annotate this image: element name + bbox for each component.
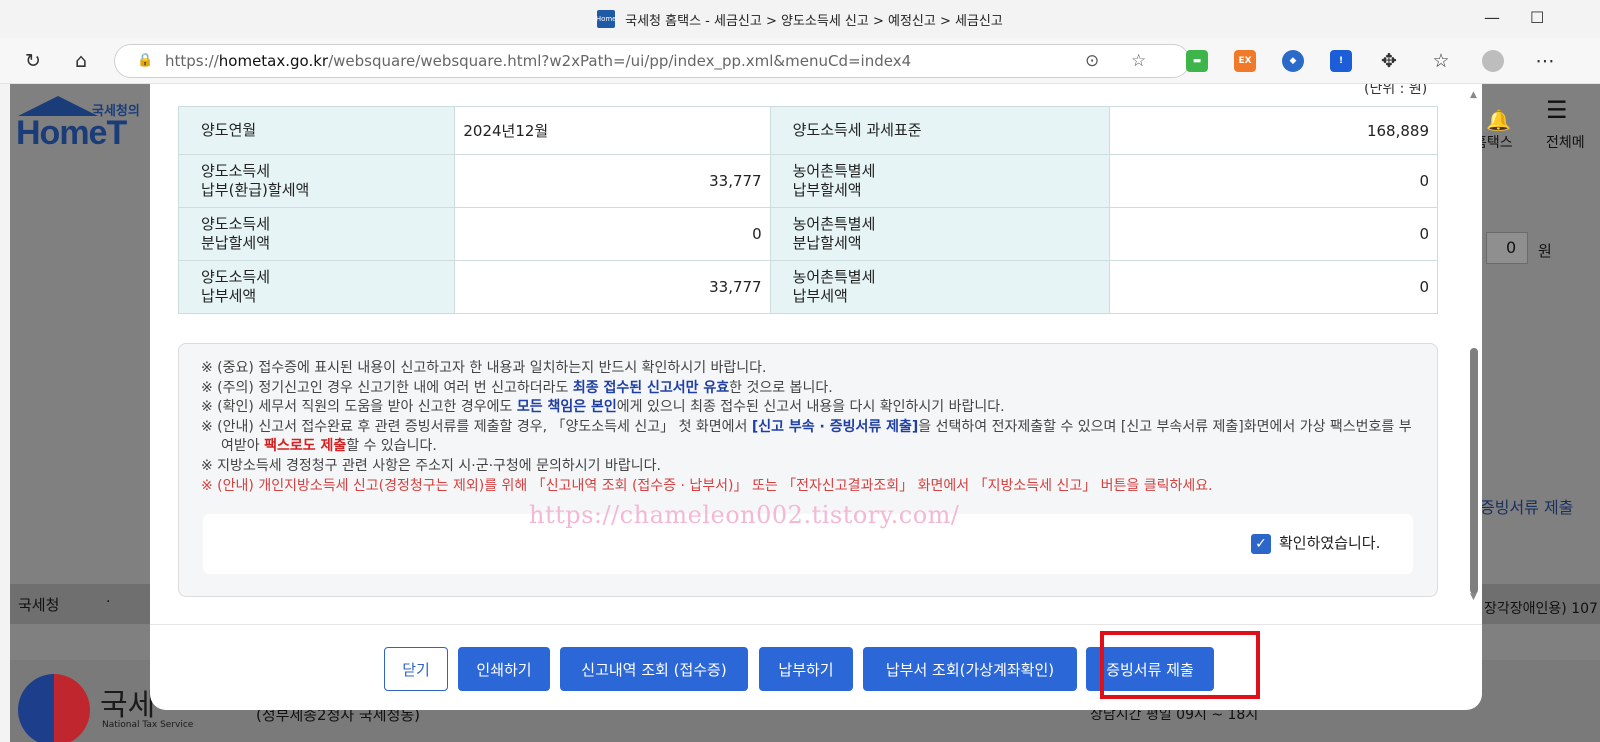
home-icon[interactable]: ⌂: [70, 50, 92, 72]
address-bar[interactable]: 🔒 https://hometax.go.kr/websquare/websqu…: [114, 44, 1190, 78]
nts-emblem-icon: [18, 674, 90, 742]
notice-caution: ※ (주의) 정기신고인 경우 신고기한 내에 여러 번 신고하더라도 최종 접…: [201, 379, 833, 396]
minimize-icon[interactable]: —: [1484, 8, 1500, 27]
row-header-right: 농어촌특별세 분납할세액: [769, 207, 1111, 261]
row-header-left: 양도소득세 납부세액: [177, 260, 456, 314]
notice-confirm: ※ (확인) 세무서 직원의 도움을 받아 신고한 경우에도 모든 책임은 본인…: [201, 399, 1005, 416]
pay-button[interactable]: 납부하기: [759, 647, 853, 691]
row-header-right: 농어촌특별세 납부할세액: [769, 154, 1111, 208]
notice-local-income-tax: ※ (안내) 개인지방소득세 신고(경정청구는 제외)를 위해 「신고내역 조회…: [201, 477, 1213, 494]
scroll-up-icon[interactable]: ▲: [1470, 90, 1477, 100]
window-title-bar: Home 국세청 홈택스 - 세금신고 > 양도소득세 신고 > 예정신고 > …: [0, 0, 1600, 38]
row-value-left: 33,777: [454, 260, 771, 314]
row-value-left: 0: [454, 207, 771, 261]
row-header-left: 양도소득세 납부(환급)할세액: [177, 154, 456, 208]
unit-label: (단위 : 원): [1364, 84, 1428, 97]
bg-footer-nts: 국세청: [18, 596, 60, 614]
tax-report-modal: (단위 : 원) 양도연월 2024년12월 양도소득세 과세표준 168,889 양도…: [150, 84, 1482, 710]
url-prefix: https://: [165, 52, 219, 70]
logo-roof-icon: [18, 96, 98, 116]
row-value-right: 0: [1109, 154, 1438, 208]
extension-lock-icon[interactable]: !: [1330, 50, 1352, 72]
bg-bottom-nts: 국세: [100, 688, 156, 723]
report-receipt-button[interactable]: 신고내역 조회 (접수증): [560, 647, 748, 691]
table-row: 양도소득세 납부(환급)할세액 33,777 농어촌특별세 납부할세액 0: [177, 154, 1438, 208]
row-value-right: 0: [1109, 207, 1438, 261]
modal-button-bar: 닫기 인쇄하기 신고내역 조회 (접수증) 납부하기 납부서 조회(가상계좌확인…: [150, 624, 1482, 710]
scroll-down-icon[interactable]: ▼: [1470, 592, 1477, 602]
extension-ex-icon[interactable]: EX: [1234, 50, 1256, 72]
window-title: 국세청 홈택스 - 세금신고 > 양도소득세 신고 > 예정신고 > 세금신고: [625, 13, 1003, 29]
blog-watermark: https://chameleon002.tistory.com/: [529, 501, 960, 529]
modal-scrollbar[interactable]: ▲ ▼: [1468, 84, 1482, 624]
refresh-icon[interactable]: ↻: [22, 50, 44, 72]
profile-avatar-icon[interactable]: [1482, 50, 1504, 72]
confirm-label[interactable]: 확인하였습니다.: [1279, 534, 1380, 554]
hometax-logo: 국세청의 HomeT: [10, 96, 150, 156]
table-row: 양도소득세 분납할세액 0 농어촌특별세 분납할세액 0: [177, 207, 1438, 261]
hometax-favicon-icon: Home: [596, 10, 616, 28]
extension-shield-icon[interactable]: ◆: [1282, 50, 1304, 72]
payment-bill-button[interactable]: 납부서 조회(가상계좌확인): [863, 647, 1077, 691]
lock-icon: 🔒: [137, 53, 154, 68]
highlight-box: [1100, 631, 1260, 699]
browser-toolbar: ↻ ⌂ 🔒 https://hometax.go.kr/websquare/we…: [0, 38, 1600, 84]
notice-box: ※ (중요) 접수증에 표시된 내용이 신고하고자 한 내용과 일치하는지 반드…: [178, 343, 1438, 597]
menu-dots-icon[interactable]: ⋯: [1534, 50, 1556, 72]
notice-local-tax: ※ 지방소득세 경정청구 관련 사항은 주소지 시·군·구청에 문의하시기 바랍…: [201, 457, 661, 474]
bg-evidence-link: 증빙서류 제출: [1480, 498, 1574, 517]
row-value-left: 33,777: [454, 154, 771, 208]
notice-guide-evidence: ※ (안내) 신고서 접수완료 후 관련 증빙서류를 제출할 경우, 「양도소득…: [201, 418, 1412, 455]
row-header-left: 양도소득세 분납할세액: [177, 207, 456, 261]
url-host: hometax.go.kr: [218, 52, 329, 70]
extensions-puzzle-icon[interactable]: ✥: [1378, 50, 1400, 72]
notice-important: ※ (중요) 접수증에 표시된 내용이 신고하고자 한 내용과 일치하는지 반드…: [201, 360, 767, 376]
row-header-left: 양도연월: [177, 106, 456, 155]
bg-footer-dot: ·: [106, 594, 111, 610]
favorites-list-icon[interactable]: ☆: [1430, 50, 1452, 72]
table-row: 양도소득세 납부세액 33,777 농어촌특별세 납부세액 0: [177, 260, 1438, 314]
favorite-star-icon[interactable]: ☆: [1131, 51, 1146, 71]
more-options-icon[interactable]: ⊙: [1085, 51, 1099, 71]
row-value-left: 2024년12월: [454, 106, 771, 155]
bg-zero-value: 0: [1506, 238, 1517, 257]
maximize-icon[interactable]: ☐: [1530, 8, 1544, 27]
table-row: 양도연월 2024년12월 양도소득세 과세표준 168,889: [177, 106, 1438, 155]
row-header-right: 농어촌특별세 납부세액: [769, 260, 1111, 314]
row-value-right: 168,889: [1109, 106, 1438, 155]
print-button[interactable]: 인쇄하기: [458, 647, 550, 691]
row-value-right: 0: [1109, 260, 1438, 314]
bg-bottom-nts-en: National Tax Service: [102, 720, 194, 730]
extension-green-icon[interactable]: ▬: [1186, 50, 1208, 72]
confirm-checkbox[interactable]: ✓: [1251, 534, 1271, 554]
hamburger-icon[interactable]: ☰: [1546, 96, 1568, 124]
scrollbar-thumb[interactable]: [1470, 348, 1478, 594]
close-button[interactable]: 닫기: [384, 647, 448, 691]
bell-icon[interactable]: 🔔: [1486, 108, 1511, 132]
bg-won-label: 원: [1538, 242, 1552, 260]
row-header-right: 양도소득세 과세표준: [769, 106, 1111, 155]
url-path: /websquare/websquare.html?w2xPath=/ui/pp…: [328, 52, 912, 70]
bg-label-menu: 전체메: [1546, 135, 1585, 151]
logo-word: HomeT: [16, 114, 127, 152]
bg-footer-right: 장각장애인용) 107: [1484, 601, 1598, 617]
tax-summary-table: 양도연월 2024년12월 양도소득세 과세표준 168,889 양도소득세 납부(환급)…: [177, 106, 1438, 314]
